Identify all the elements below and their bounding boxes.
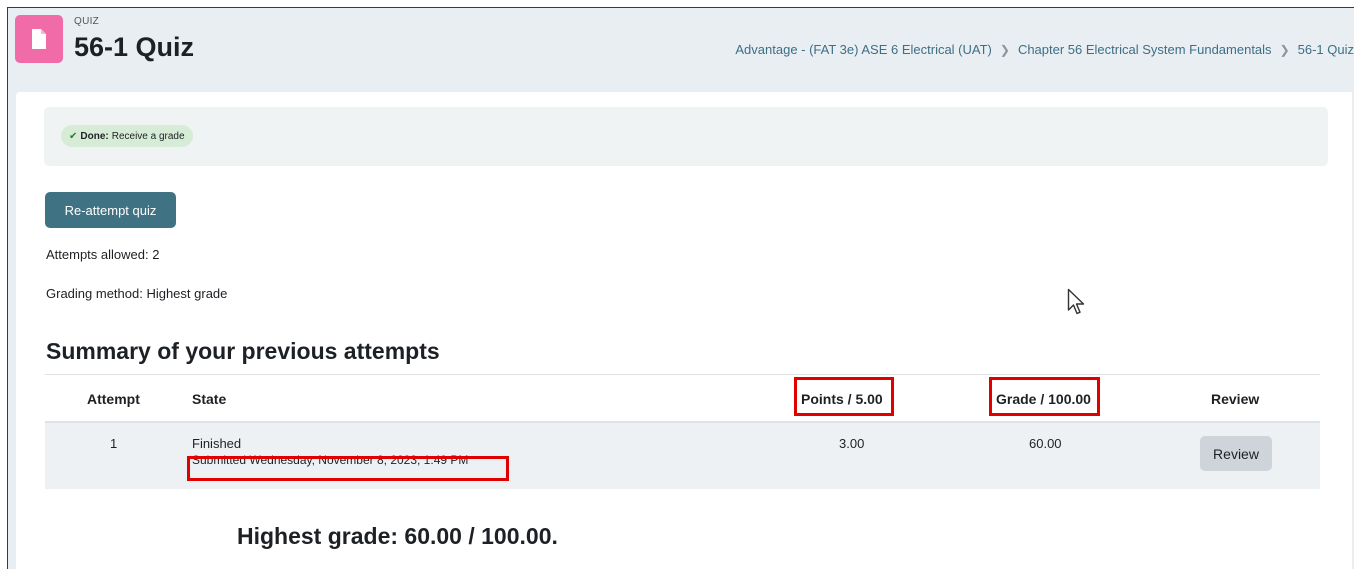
activity-type-label: QUIZ bbox=[74, 16, 100, 27]
chevron-right-icon: ❯ bbox=[1279, 42, 1290, 57]
window-left-margin bbox=[0, 8, 7, 569]
page-header: QUIZ 56-1 Quiz Advantage - (FAT 3e) ASE … bbox=[8, 8, 1354, 92]
submitted-date-highlight-box bbox=[187, 456, 509, 481]
chevron-right-icon: ❯ bbox=[999, 42, 1010, 57]
breadcrumb: Advantage - (FAT 3e) ASE 6 Electrical (U… bbox=[735, 42, 1354, 57]
grade-highlight-box bbox=[989, 377, 1100, 416]
review-attempt-button[interactable]: Review bbox=[1200, 436, 1272, 471]
page: QUIZ 56-1 Quiz Advantage - (FAT 3e) ASE … bbox=[8, 8, 1354, 569]
column-header-state: State bbox=[192, 391, 227, 407]
page-title: 56-1 Quiz bbox=[74, 32, 195, 62]
attempt-number: 1 bbox=[110, 436, 118, 451]
mouse-pointer-icon bbox=[1067, 288, 1087, 321]
quiz-document-icon bbox=[15, 15, 63, 63]
grading-method-text: Grading method: Highest grade bbox=[46, 286, 228, 301]
reattempt-quiz-button[interactable]: Re-attempt quiz bbox=[45, 192, 176, 228]
summary-heading: Summary of your previous attempts bbox=[46, 338, 440, 364]
attempt-state: Finished bbox=[192, 436, 242, 451]
main-content-card: ✔ Done: Receive a grade Re-attempt quiz … bbox=[16, 92, 1352, 569]
attempt-grade: 60.00 bbox=[1029, 436, 1062, 451]
check-icon: ✔ bbox=[69, 130, 78, 142]
table-header: Attempt State Points / 5.00 Grade / 100.… bbox=[45, 375, 1320, 421]
attempt-points: 3.00 bbox=[839, 436, 865, 451]
breadcrumb-course-link[interactable]: Advantage - (FAT 3e) ASE 6 Electrical (U… bbox=[735, 42, 991, 57]
completion-status: Done: bbox=[80, 130, 109, 142]
completion-text: Receive a grade bbox=[111, 130, 185, 142]
attempts-allowed-text: Attempts allowed: 2 bbox=[46, 247, 160, 262]
completion-info-box: ✔ Done: Receive a grade bbox=[44, 107, 1328, 166]
points-highlight-box bbox=[794, 377, 894, 416]
highest-grade-text: Highest grade: 60.00 / 100.00. bbox=[237, 523, 558, 549]
completion-badge: ✔ Done: Receive a grade bbox=[61, 125, 193, 147]
breadcrumb-quiz-link[interactable]: 56-1 Quiz bbox=[1298, 42, 1354, 57]
column-header-review: Review bbox=[1211, 391, 1260, 407]
breadcrumb-chapter-link[interactable]: Chapter 56 Electrical System Fundamental… bbox=[1018, 42, 1272, 57]
column-header-attempt: Attempt bbox=[87, 391, 140, 407]
